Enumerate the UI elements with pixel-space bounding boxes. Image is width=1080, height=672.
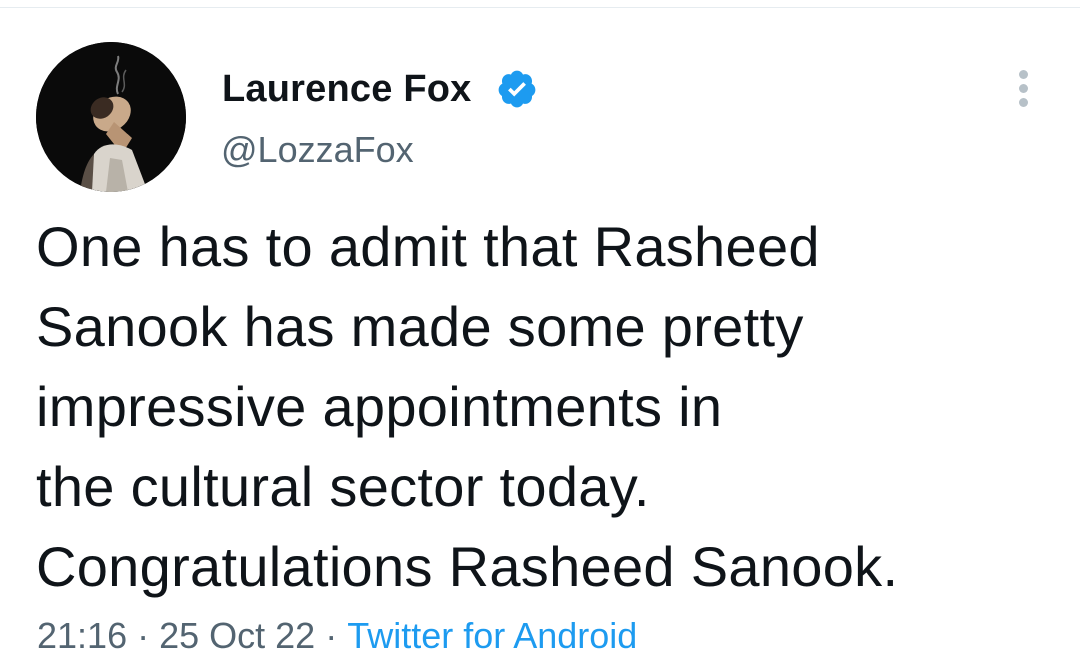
display-name[interactable]: Laurence Fox [222, 66, 471, 112]
tweet-text: One has to admit that Rasheed Sanook has… [36, 207, 1046, 607]
avatar[interactable] [36, 42, 186, 192]
tweet-text-line: impressive appointments in [36, 375, 723, 438]
profile-photo-icon [36, 42, 186, 192]
tweet: Laurence Fox @LozzaFox One has to admit … [0, 0, 1080, 672]
tweet-meta: 21:16 · 25 Oct 22 · Twitter for Android [37, 614, 637, 658]
tweet-text-line: Sanook has made some pretty [36, 295, 804, 358]
user-handle[interactable]: @LozzaFox [221, 128, 414, 172]
tweet-text-line: Congratulations Rasheed Sanook. [36, 535, 899, 598]
meta-separator: · [325, 615, 338, 656]
tweet-date[interactable]: 25 Oct 22 [159, 615, 315, 656]
verified-badge-icon [498, 70, 536, 108]
more-vertical-icon-dot [1019, 84, 1028, 93]
more-options-button[interactable] [1008, 66, 1040, 110]
more-vertical-icon [1019, 70, 1028, 79]
more-vertical-icon-dot [1019, 98, 1028, 107]
meta-separator: · [137, 615, 150, 656]
tweet-time[interactable]: 21:16 [37, 615, 127, 656]
tweet-text-line: One has to admit that Rasheed [36, 215, 820, 278]
tweet-source-link[interactable]: Twitter for Android [347, 615, 637, 656]
tweet-text-line: the cultural sector today. [36, 455, 650, 518]
